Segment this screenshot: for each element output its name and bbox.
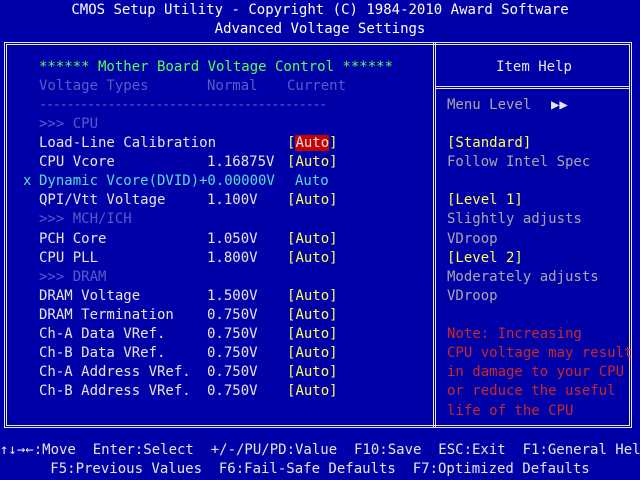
help-level1-desc-1: Slightly adjusts [447, 211, 582, 227]
pll-normal: 1.800V [207, 250, 258, 266]
pll-label: CPU PLL [39, 250, 99, 266]
cha-address-vref-label: Ch-A Address VRef. [39, 364, 191, 380]
chb-address-vref-setting[interactable]: [Auto] [287, 382, 338, 401]
qpi-setting[interactable]: [Auto] [287, 191, 338, 210]
warning-note-5: life of the CPU [447, 403, 574, 419]
warning-note-2: CPU voltage may result [447, 345, 633, 361]
column-header-current: Current [287, 78, 347, 94]
help-level2-desc-2: VDroop [447, 288, 498, 304]
cha-data-vref-value[interactable]: Auto [295, 326, 329, 342]
qpi-label: QPI/Vtt Voltage [39, 192, 166, 208]
help-standard-label: [Standard] [447, 135, 532, 151]
footer-keys-line-1: ↑↓→←:Move Enter:Select +/-/PU/PD:Value F… [0, 442, 640, 458]
pch-setting[interactable]: [Auto] [287, 230, 338, 249]
footer-keys-line-2: F5:Previous Values F6:Fail-Safe Defaults… [50, 461, 590, 477]
group-cpu: >>> CPU [39, 116, 99, 132]
dram-termination-normal: 0.750V [207, 307, 258, 323]
cha-data-vref-label: Ch-A Data VRef. [39, 326, 166, 342]
warning-note-4: or reduce the useful [447, 383, 616, 399]
pch-label: PCH Core [39, 231, 107, 247]
pll-value[interactable]: Auto [295, 250, 329, 266]
cha-address-vref-normal: 0.750V [207, 364, 258, 380]
dram-voltage-normal: 1.500V [207, 288, 258, 304]
column-header-types: Voltage Types [39, 78, 149, 94]
vcore-normal: 1.16875V [207, 154, 275, 170]
dvid-label: Dynamic Vcore(DVID) [39, 173, 200, 189]
llc-setting[interactable]: [Auto] [287, 134, 338, 153]
chb-data-vref-normal: 0.750V [207, 345, 258, 361]
dram-voltage-label: DRAM Voltage [39, 288, 141, 304]
warning-note-1: Note: Increasing [447, 326, 582, 342]
pch-normal: 1.050V [207, 231, 258, 247]
vcore-value[interactable]: Auto [295, 154, 329, 170]
warning-note-3: in damage to your CPU [447, 364, 625, 380]
llc-value-selected[interactable]: Auto [295, 135, 330, 151]
section-title: ****** Mother Board Voltage Control ****… [39, 59, 394, 75]
page-title: Advanced Voltage Settings [214, 21, 426, 37]
chb-address-vref-normal: 0.750V [207, 383, 258, 399]
separator-line: ----------------------------------------… [39, 97, 327, 113]
dram-termination-value[interactable]: Auto [295, 307, 329, 323]
cha-address-vref-value[interactable]: Auto [295, 364, 329, 380]
help-level1-desc-2: VDroop [447, 231, 498, 247]
chb-data-vref-label: Ch-B Data VRef. [39, 345, 166, 361]
dvid-value: Auto [295, 173, 329, 189]
cha-data-vref-setting[interactable]: [Auto] [287, 325, 338, 344]
group-dram: >>> DRAM [39, 269, 107, 285]
dram-termination-setting[interactable]: [Auto] [287, 306, 338, 325]
cha-address-vref-setting[interactable]: [Auto] [287, 363, 338, 382]
qpi-normal: 1.100V [207, 192, 258, 208]
help-title-separator [436, 86, 629, 89]
menu-level-label: Menu Level [447, 97, 532, 113]
panel-divider [433, 42, 436, 428]
help-title: Item Help [496, 59, 572, 75]
dvid-disabled-marker: x [23, 173, 32, 189]
dvid-normal: +0.00000V [199, 173, 275, 189]
group-mch-ich: >>> MCH/ICH [39, 211, 132, 227]
vcore-label: CPU Vcore [39, 154, 115, 170]
pch-value[interactable]: Auto [295, 231, 329, 247]
chb-data-vref-value[interactable]: Auto [295, 345, 329, 361]
help-level2-label: [Level 2] [447, 250, 523, 266]
help-standard-desc: Follow Intel Spec [447, 154, 591, 170]
vcore-setting[interactable]: [Auto] [287, 153, 338, 172]
column-header-normal: Normal [207, 78, 258, 94]
llc-label: Load-Line Calibration [39, 135, 217, 151]
menu-level-arrows-icon: ▶▶ [551, 97, 568, 113]
app-title: CMOS Setup Utility - Copyright (C) 1984-… [71, 2, 569, 18]
pll-setting[interactable]: [Auto] [287, 249, 338, 268]
chb-data-vref-setting[interactable]: [Auto] [287, 344, 338, 363]
dram-voltage-value[interactable]: Auto [295, 288, 329, 304]
chb-address-vref-value[interactable]: Auto [295, 383, 329, 399]
help-level1-label: [Level 1] [447, 192, 523, 208]
qpi-value[interactable]: Auto [295, 192, 329, 208]
cha-data-vref-normal: 0.750V [207, 326, 258, 342]
dram-voltage-setting[interactable]: [Auto] [287, 287, 338, 306]
dram-termination-label: DRAM Termination [39, 307, 174, 323]
help-level2-desc-1: Moderately adjusts [447, 269, 599, 285]
chb-address-vref-label: Ch-B Address VRef. [39, 383, 191, 399]
